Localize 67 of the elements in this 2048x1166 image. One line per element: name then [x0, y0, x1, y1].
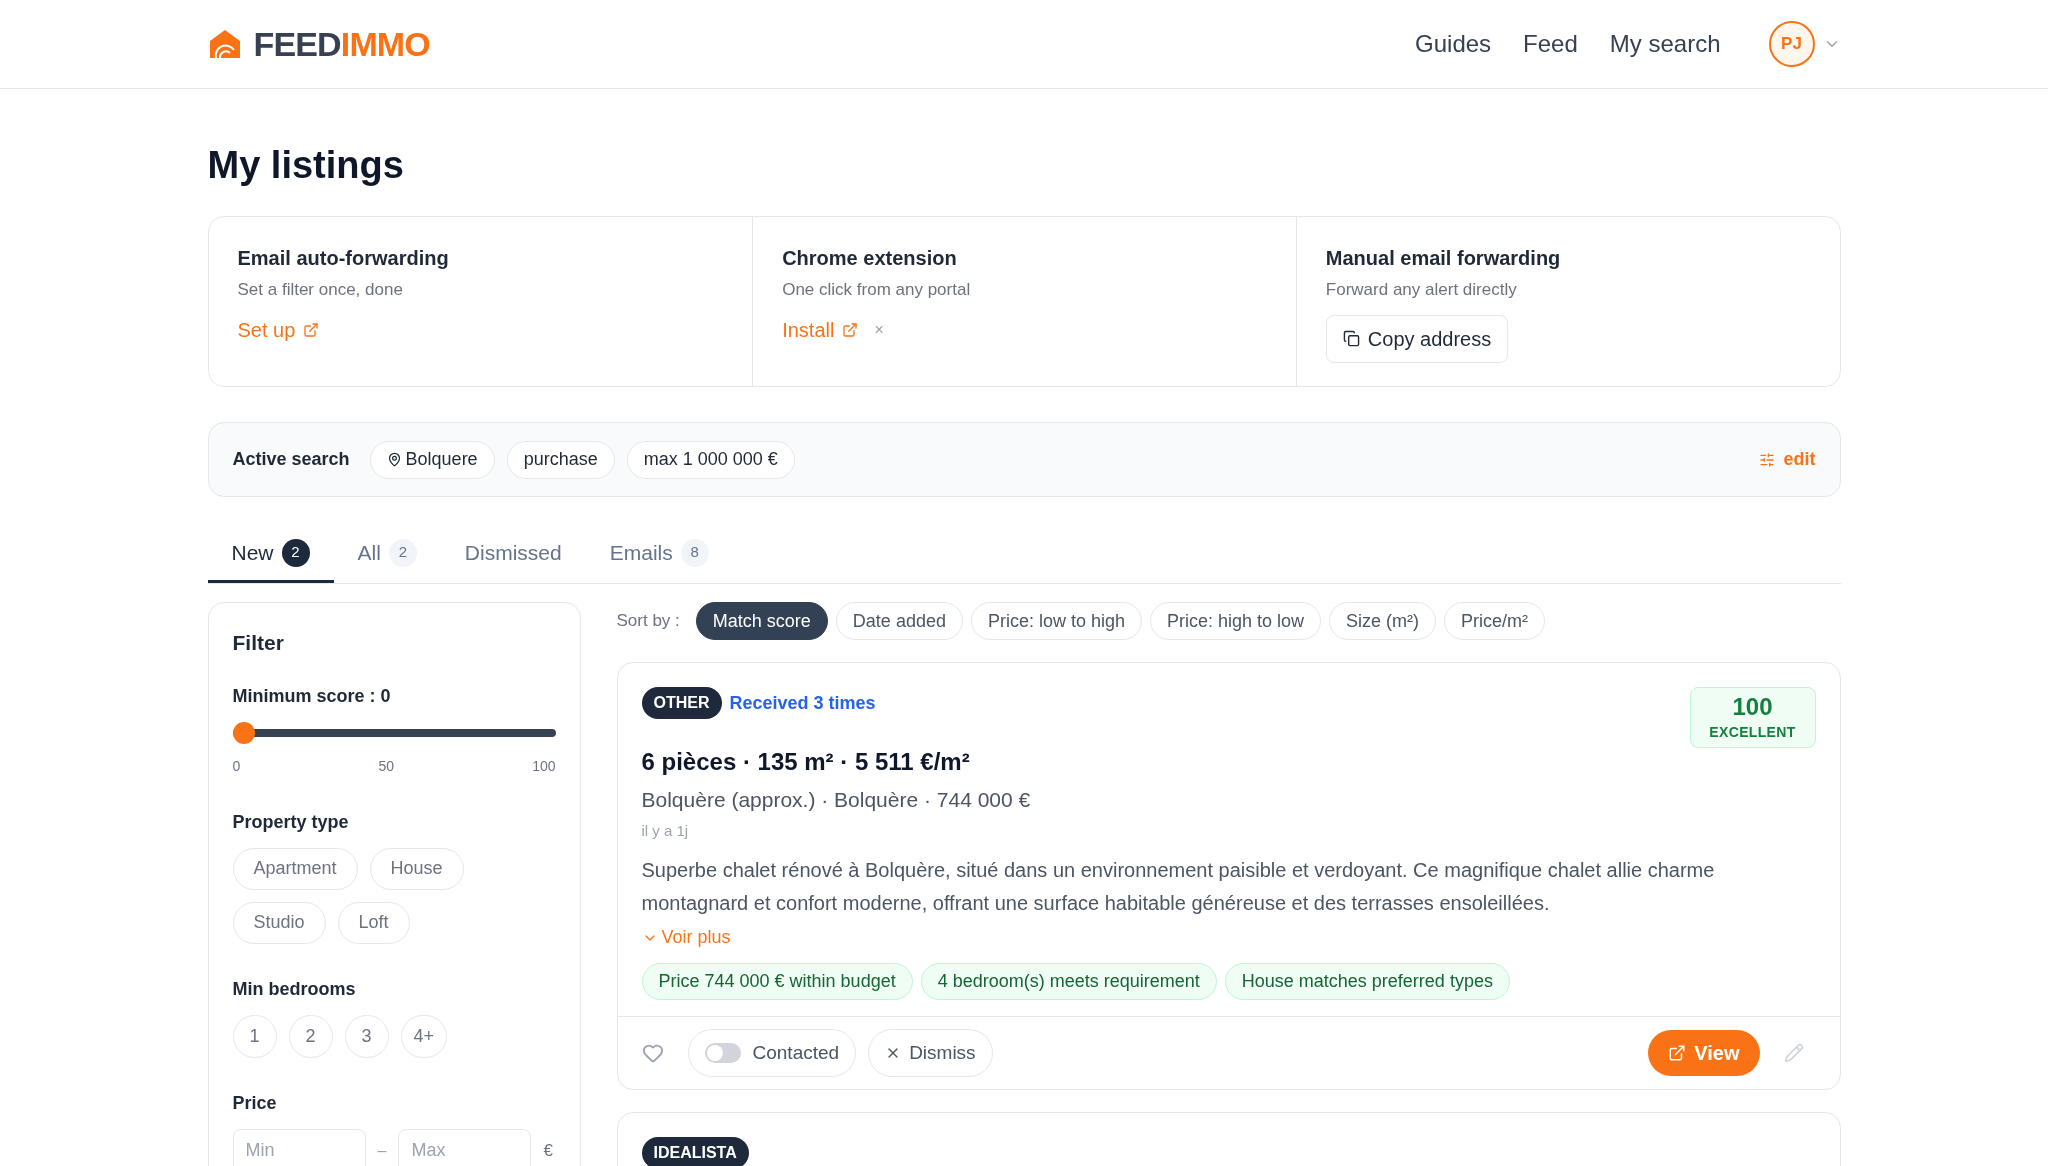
- option-title: Manual email forwarding: [1325, 246, 1562, 271]
- option-subtitle: One click from any portal: [782, 279, 972, 301]
- search-chip: purchase: [506, 440, 615, 479]
- nav-link[interactable]: Feed: [1523, 26, 1578, 62]
- map-pin-icon: [386, 452, 402, 467]
- user-avatar[interactable]: PJ: [1768, 21, 1815, 67]
- external-link-icon: [842, 321, 859, 338]
- listing-description: Superbe chalet rénové à Bolquère, situé dans un environnement paisible et verdoyant. Ce magnifique chalet allie charme montagnard et confort moderne, offrant une surface habitable généreuse et des terrasses ensoleillées.: [641, 858, 1716, 916]
- slider-tick: 100: [532, 756, 556, 776]
- source-badge: IDEALISTA: [641, 1137, 749, 1166]
- external-link-icon: [1668, 1044, 1687, 1062]
- dismiss-button[interactable]: ×: [874, 317, 884, 342]
- search-chip: max 1 000 000 €: [626, 440, 795, 479]
- sort-option[interactable]: Size (m²): [1329, 602, 1437, 640]
- copy-address-button[interactable]: Copy address: [1325, 314, 1509, 363]
- slider-label: Minimum score : 0: [232, 684, 392, 708]
- currency-label: €: [543, 1139, 553, 1162]
- score-badge: 100 EXCELLENT: [1689, 687, 1816, 748]
- listing-age: il y a 1j: [641, 820, 690, 841]
- max-price-field[interactable]: Max: [398, 1128, 532, 1166]
- match-tag: House matches preferred types: [1224, 963, 1510, 1000]
- option-title: Chrome extension: [782, 246, 958, 271]
- tab[interactable]: New 2: [207, 525, 334, 583]
- tab[interactable]: Emails 8: [585, 525, 733, 583]
- section-label: Min bedrooms: [232, 977, 357, 1001]
- sort-option[interactable]: Price: high to low: [1150, 602, 1322, 640]
- min-price-field[interactable]: Min: [232, 1128, 366, 1166]
- nav-link[interactable]: Guides: [1415, 26, 1492, 62]
- sort-option[interactable]: Date added: [835, 602, 963, 640]
- see-more-link[interactable]: Voir plus: [641, 924, 731, 951]
- option-subtitle: Set a filter once, done: [237, 279, 404, 301]
- section-label: Price: [232, 1091, 278, 1115]
- view-button[interactable]: View: [1648, 1030, 1760, 1076]
- score-slider[interactable]: [232, 721, 556, 744]
- tab[interactable]: Dismissed: [440, 525, 586, 583]
- sort-option[interactable]: Price/m²: [1444, 602, 1546, 640]
- nav-link[interactable]: My search: [1609, 26, 1721, 62]
- active-search-label: Active search: [232, 448, 350, 471]
- external-link-icon: [303, 321, 320, 338]
- tab[interactable]: All 2: [333, 525, 441, 583]
- house-logo-icon: [207, 28, 242, 60]
- brand-name: FEEDIMMO: [253, 23, 430, 65]
- edit-icon[interactable]: [1783, 1043, 1804, 1063]
- match-tag: 4 bedroom(s) meets requirement: [920, 963, 1217, 1000]
- sort-label: Sort by :: [616, 610, 680, 633]
- received-count: Received 3 times: [729, 691, 876, 715]
- edit-link[interactable]: edit: [1759, 446, 1816, 473]
- section-label: Property type: [232, 810, 350, 834]
- copy-icon: [1342, 330, 1360, 347]
- action-link[interactable]: Install: [782, 314, 859, 345]
- option-title: Email auto-forwarding: [237, 246, 450, 271]
- listing-location: Bolquère (approx.) · Bolquère · 744 000 €: [641, 787, 1032, 813]
- sliders-icon: [1759, 451, 1776, 468]
- filter-title: Filter: [232, 630, 285, 656]
- sort-option[interactable]: Match score: [695, 602, 828, 640]
- match-tag: Price 744 000 € within budget: [641, 963, 913, 1000]
- page-title: My listings: [207, 143, 405, 188]
- slider-tick: 0: [232, 756, 241, 776]
- source-badge: OTHER: [641, 687, 722, 719]
- option-subtitle: Forward any alert directly: [1325, 279, 1518, 301]
- action-link[interactable]: Set up: [237, 314, 320, 345]
- listing-title: 6 pièces · 135 m² · 5 511 €/m²: [641, 747, 971, 777]
- slider-tick: 50: [378, 756, 394, 776]
- range-separator: –: [377, 1140, 387, 1161]
- search-chip: Bolquere: [369, 440, 495, 479]
- heart-icon[interactable]: [641, 1042, 664, 1064]
- sort-option[interactable]: Price: low to high: [970, 602, 1142, 640]
